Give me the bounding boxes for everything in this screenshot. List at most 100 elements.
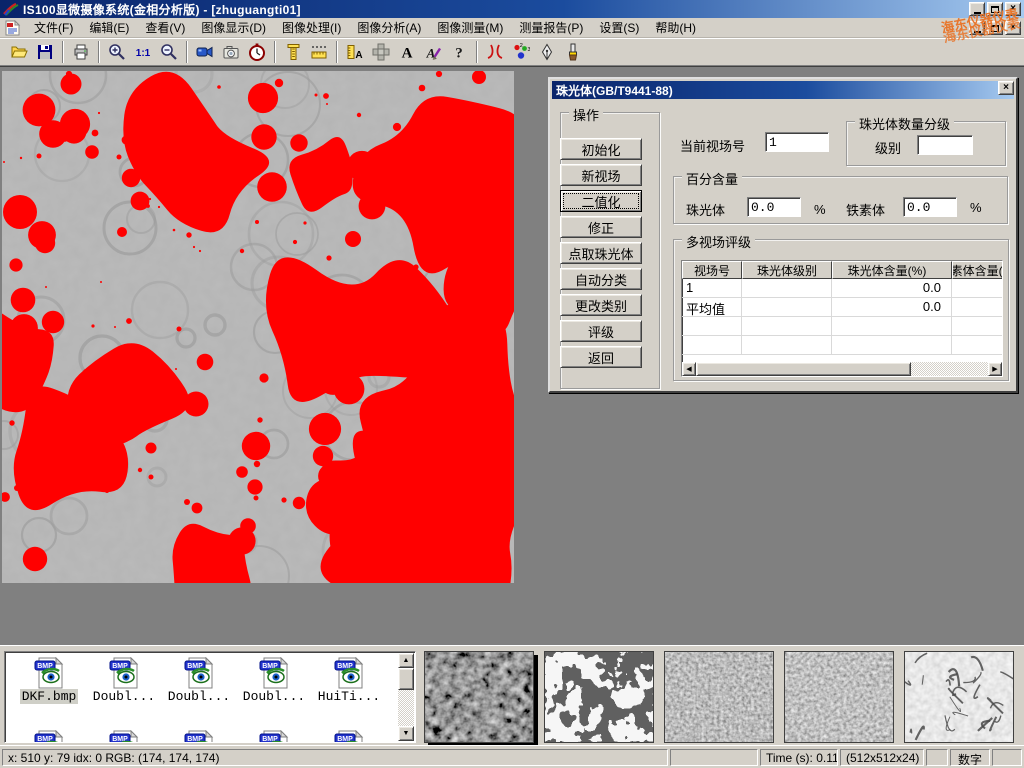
file-browser[interactable]: BMP DKF.bmp BMP Doubl... BMP Doubl... BM… — [4, 651, 416, 743]
menu-image-display[interactable]: 图像显示(D) — [193, 17, 274, 39]
menu-file[interactable]: 文件(F) — [26, 17, 81, 39]
multifield-table[interactable]: 视场号 珠光体级别 珠光体含量(%) 铁素体含量(%) 1 0.0 平均值 — [681, 260, 1003, 377]
file-item[interactable]: BMP — [238, 730, 310, 743]
menu-image-analysis[interactable]: 图像分析(A) — [349, 17, 429, 39]
header-pearlite-content[interactable]: 珠光体含量(%) — [832, 261, 952, 279]
header-pearlite-grade[interactable]: 珠光体级别 — [742, 261, 832, 279]
print-icon[interactable] — [68, 40, 94, 64]
curve-tool-icon[interactable] — [482, 40, 508, 64]
svg-text:1:1: 1:1 — [136, 48, 151, 59]
header-field-no[interactable]: 视场号 — [682, 261, 742, 279]
grade-input[interactable] — [917, 135, 973, 155]
brush-tool-icon[interactable] — [560, 40, 586, 64]
open-file-icon[interactable] — [6, 40, 32, 64]
file-item[interactable]: BMP Doubl... — [238, 657, 310, 704]
video-capture-icon[interactable] — [192, 40, 218, 64]
toolbar-separator — [62, 41, 64, 63]
save-icon[interactable] — [32, 40, 58, 64]
menu-image-measure[interactable]: 图像测量(M) — [429, 17, 511, 39]
file-name[interactable]: DKF.bmp — [20, 689, 79, 704]
menu-help[interactable]: 帮助(H) — [647, 17, 704, 39]
table-row[interactable] — [682, 317, 1002, 336]
actual-size-icon[interactable]: 1:1 — [130, 40, 156, 64]
bmp-file-icon: BMP — [33, 730, 66, 743]
child-minimize-button[interactable] — [969, 21, 985, 35]
length-measure-icon[interactable] — [306, 40, 332, 64]
minimize-button[interactable] — [969, 2, 985, 16]
camera-capture-icon[interactable] — [218, 40, 244, 64]
binarize-button[interactable]: 二值化 — [560, 190, 642, 212]
toolbar-separator — [476, 41, 478, 63]
zoom-in-icon[interactable] — [104, 40, 130, 64]
bmp-file-icon: BMP — [258, 657, 291, 689]
scroll-down-icon[interactable]: ▼ — [398, 726, 414, 741]
file-browser-scrollbar[interactable]: ▲ ▼ — [398, 653, 414, 741]
edit-annotation-icon[interactable]: A — [420, 40, 446, 64]
thumbnail-3[interactable] — [664, 651, 774, 743]
pearlite-percent-input[interactable] — [747, 197, 801, 217]
menu-image-processing[interactable]: 图像处理(I) — [274, 17, 349, 39]
scale-measure-icon[interactable]: A — [342, 40, 368, 64]
grid-merge-icon[interactable] — [368, 40, 394, 64]
thumbnail-4[interactable] — [784, 651, 894, 743]
text-annotation-icon[interactable]: A — [394, 40, 420, 64]
table-row[interactable]: 平均值 0.0 — [682, 298, 1002, 317]
menu-measure-report[interactable]: 测量报告(P) — [511, 17, 591, 39]
table-row[interactable] — [682, 336, 1002, 355]
change-category-button[interactable]: 更改类别 — [560, 294, 642, 316]
correct-button[interactable]: 修正 — [560, 216, 642, 238]
caliper-measure-icon[interactable] — [280, 40, 306, 64]
file-item[interactable]: BMP DKF.bmp — [13, 657, 85, 704]
menu-bar: 文件(F) 编辑(E) 查看(V) 图像显示(D) 图像处理(I) 图像分析(A… — [0, 18, 1024, 38]
zoom-out-icon[interactable] — [156, 40, 182, 64]
rate-button[interactable]: 评级 — [560, 320, 642, 342]
scroll-up-icon[interactable]: ▲ — [398, 653, 414, 668]
menu-view[interactable]: 查看(V) — [137, 17, 193, 39]
file-item[interactable]: BMP — [163, 730, 235, 743]
file-item[interactable]: BMP — [313, 730, 385, 743]
dialog-title-bar[interactable]: 珠光体(GB/T9441-88) — [552, 81, 1014, 99]
close-button[interactable]: × — [1005, 2, 1021, 16]
file-name[interactable]: Doubl... — [241, 689, 307, 704]
pearlite-dialog[interactable]: 珠光体(GB/T9441-88) × 操作 初始化 新视场 二值化 修正 点取珠… — [548, 77, 1018, 393]
file-item[interactable]: BMP — [88, 730, 160, 743]
child-close-button[interactable]: × — [1005, 21, 1021, 35]
table-horizontal-scrollbar[interactable]: ◀ ▶ — [682, 362, 1002, 376]
header-ferrite-content[interactable]: 铁素体含量(%) — [952, 261, 1003, 279]
file-name[interactable]: Doubl... — [166, 689, 232, 704]
new-field-button[interactable]: 新视场 — [560, 164, 642, 186]
current-field-input[interactable] — [765, 132, 829, 152]
micrograph-image[interactable] — [2, 71, 514, 583]
table-row[interactable]: 1 0.0 — [682, 279, 1002, 298]
scrollbar-thumb[interactable] — [398, 668, 414, 690]
menu-settings[interactable]: 设置(S) — [591, 17, 647, 39]
return-button[interactable]: 返回 — [560, 346, 642, 368]
timer-icon[interactable] — [244, 40, 270, 64]
thumbnail-2[interactable] — [544, 651, 654, 743]
scroll-left-icon[interactable]: ◀ — [682, 362, 696, 376]
restore-button[interactable] — [987, 2, 1003, 16]
help-icon[interactable]: ? — [446, 40, 472, 64]
pick-pearlite-button[interactable]: 点取珠光体 — [560, 242, 642, 264]
auto-classify-button[interactable]: 自动分类 — [560, 268, 642, 290]
menu-edit[interactable]: 编辑(E) — [81, 17, 137, 39]
title-bar[interactable]: IS100显微摄像系统(金相分析版) - [zhuguangti01] × — [0, 0, 1024, 18]
child-restore-button[interactable] — [987, 21, 1003, 35]
pen-tool-icon[interactable] — [534, 40, 560, 64]
svg-text:2: 2 — [520, 43, 523, 49]
thumbnail-5[interactable] — [904, 651, 1014, 743]
file-name[interactable]: Doubl... — [91, 689, 157, 704]
scroll-right-icon[interactable]: ▶ — [988, 362, 1002, 376]
classify-particles-icon[interactable]: 32 — [508, 40, 534, 64]
scrollbar-thumb[interactable] — [696, 362, 911, 376]
file-item[interactable]: BMP — [13, 730, 85, 743]
file-item[interactable]: BMP HuiTi... — [313, 657, 385, 704]
file-name[interactable]: HuiTi... — [316, 689, 382, 704]
thumbnail-1[interactable] — [424, 651, 534, 743]
initialize-button[interactable]: 初始化 — [560, 138, 642, 160]
dialog-close-icon[interactable]: × — [998, 81, 1014, 95]
svg-text:?: ? — [455, 46, 463, 62]
file-item[interactable]: BMP Doubl... — [88, 657, 160, 704]
ferrite-percent-input[interactable] — [903, 197, 957, 217]
file-item[interactable]: BMP Doubl... — [163, 657, 235, 704]
